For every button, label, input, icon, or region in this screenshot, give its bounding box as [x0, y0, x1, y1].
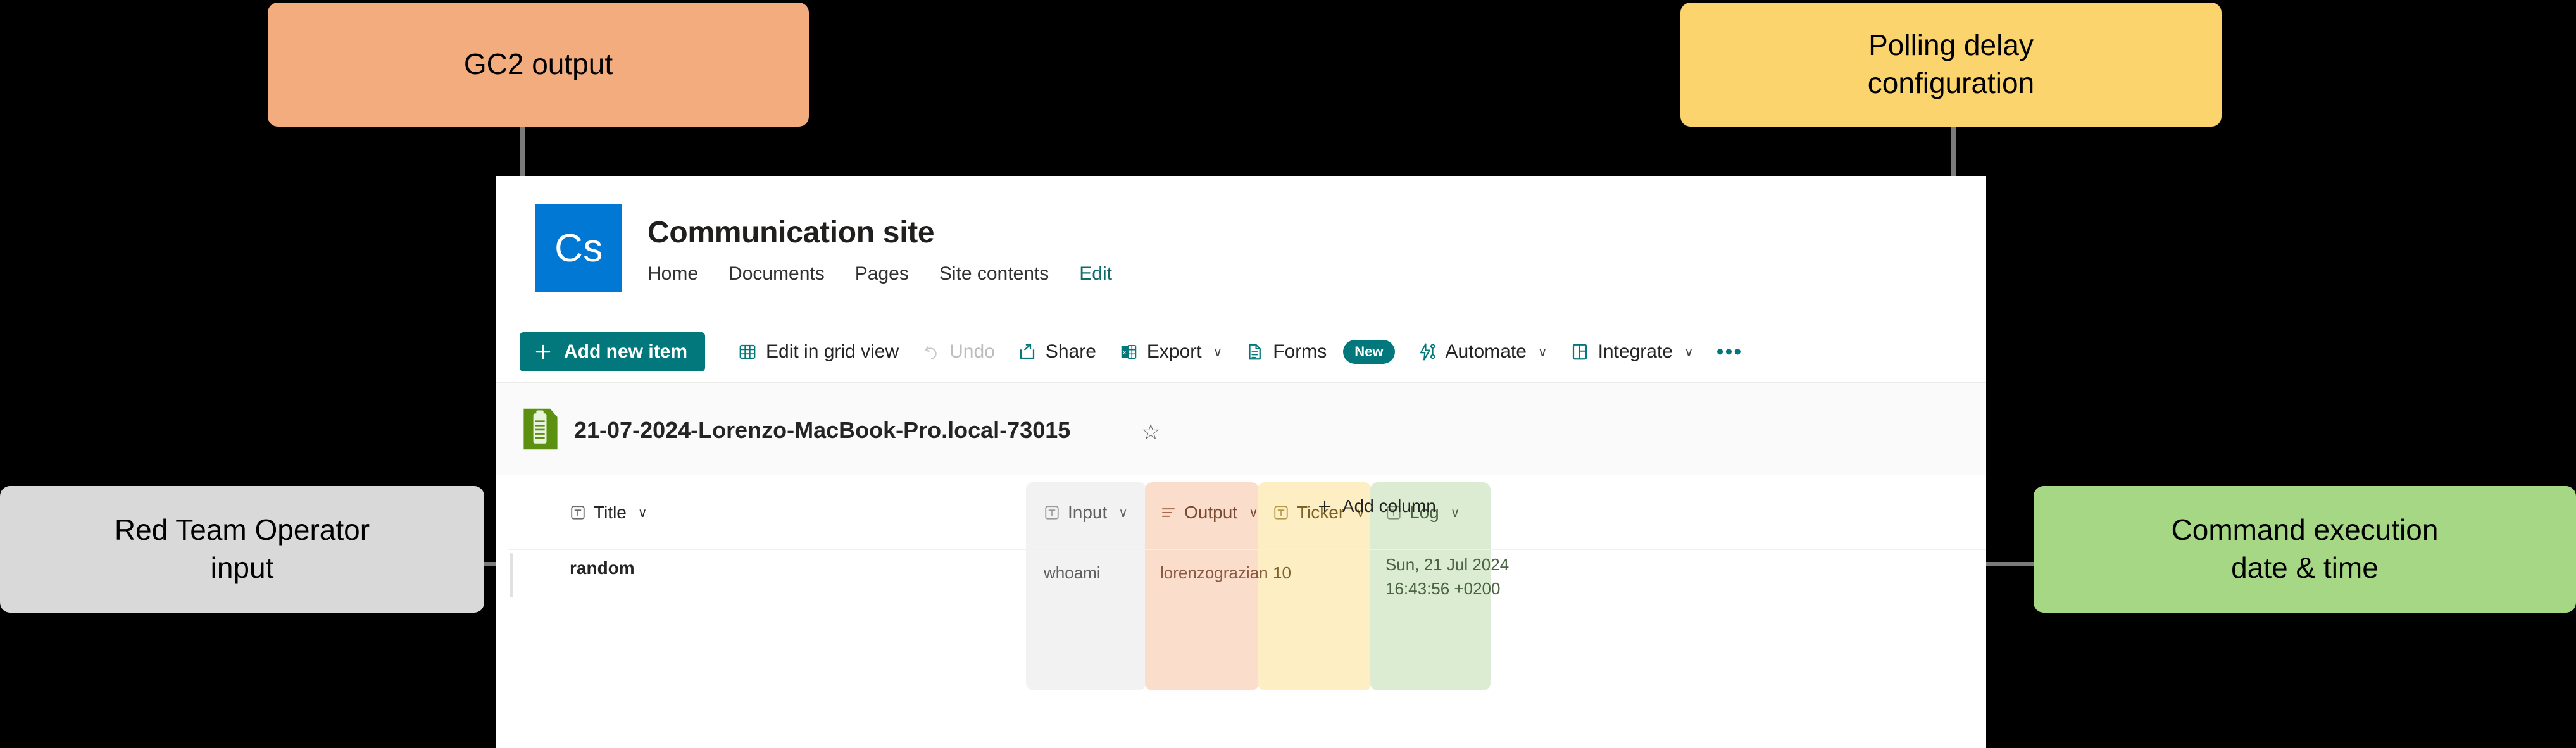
site-nav: Home Documents Pages Site contents Edit — [647, 263, 1112, 285]
chevron-down-icon: ∨ — [1213, 344, 1223, 360]
add-new-item-button[interactable]: Add new item — [520, 332, 705, 371]
share-icon — [1018, 342, 1037, 361]
annotation-operator-input-label: Red Team Operator input — [115, 511, 370, 587]
annotation-operator-input: Red Team Operator input — [0, 486, 484, 613]
column-header-title[interactable]: Title ∨ — [570, 496, 647, 529]
edit-in-grid-view-button[interactable]: Edit in grid view — [727, 332, 910, 371]
undo-label: Undo — [949, 341, 995, 363]
edit-in-grid-view-label: Edit in grid view — [766, 341, 899, 363]
chevron-down-icon: ∨ — [1451, 505, 1460, 521]
plus-icon — [1316, 497, 1334, 515]
add-column-button[interactable]: Add column — [1316, 496, 1436, 516]
chevron-down-icon: ∨ — [1684, 344, 1694, 360]
list-header: 21-07-2024-Lorenzo-MacBook-Pro.local-730… — [496, 383, 1986, 475]
export-button[interactable]: x Export ∨ — [1108, 332, 1234, 371]
forms-label: Forms — [1273, 341, 1327, 363]
screenshot-canvas: Cs Communication site Home Documents Pag… — [0, 0, 2576, 748]
export-label: Export — [1147, 341, 1202, 363]
forms-button[interactable]: Forms New — [1234, 332, 1406, 371]
annotation-polling-delay: Polling delay configuration — [1680, 3, 2222, 127]
nav-item-home[interactable]: Home — [647, 263, 698, 285]
cell-ticker[interactable]: 10 — [1273, 563, 1291, 583]
list-grid: Title ∨ Input ∨ Output ∨ — [496, 475, 1986, 748]
page-title: Communication site — [647, 215, 934, 250]
automate-icon — [1418, 342, 1437, 361]
column-header-title-label: Title — [594, 502, 627, 523]
grid-header-divider — [508, 549, 1986, 550]
column-header-output-label: Output — [1184, 502, 1237, 523]
integrate-icon — [1570, 342, 1589, 361]
annotation-gc2-output-label: GC2 output — [464, 46, 613, 84]
automate-label: Automate — [1446, 341, 1527, 363]
cell-log-date: Sun, 21 Jul 2024 — [1385, 553, 1509, 577]
nav-item-site-contents[interactable]: Site contents — [939, 263, 1049, 285]
nav-item-documents[interactable]: Documents — [728, 263, 825, 285]
favorite-star-icon[interactable]: ☆ — [1141, 420, 1160, 445]
cell-log-time: 16:43:56 +0200 — [1385, 577, 1509, 601]
command-bar: Add new item Edit in grid view Undo Shar… — [496, 321, 1986, 382]
cell-log[interactable]: Sun, 21 Jul 2024 16:43:56 +0200 — [1385, 553, 1509, 601]
nav-item-edit[interactable]: Edit — [1079, 263, 1112, 285]
text-field-icon — [1044, 504, 1060, 521]
cell-title[interactable]: random — [570, 558, 635, 578]
chevron-down-icon: ∨ — [1538, 344, 1547, 360]
undo-button[interactable]: Undo — [910, 332, 1006, 371]
integrate-label: Integrate — [1598, 341, 1673, 363]
site-logo: Cs — [535, 204, 622, 292]
site-header: Cs Communication site Home Documents Pag… — [496, 176, 1986, 321]
column-header-input[interactable]: Input ∨ — [1044, 496, 1128, 529]
column-header-input-label: Input — [1068, 502, 1107, 523]
cell-output[interactable]: lorenzograzian — [1160, 563, 1268, 583]
list-title: 21-07-2024-Lorenzo-MacBook-Pro.local-730… — [574, 417, 1070, 444]
grid-icon — [738, 342, 757, 361]
annotation-gc2-output: GC2 output — [268, 3, 809, 127]
new-badge: New — [1343, 340, 1394, 364]
undo-icon — [922, 342, 941, 361]
text-field-icon — [1273, 504, 1289, 521]
integrate-button[interactable]: Integrate ∨ — [1559, 332, 1705, 371]
automate-button[interactable]: Automate ∨ — [1406, 332, 1559, 371]
add-new-item-label: Add new item — [564, 341, 687, 363]
svg-text:x: x — [1123, 349, 1127, 356]
sharepoint-window: Cs Communication site Home Documents Pag… — [496, 176, 1986, 748]
annotation-command-datetime: Command execution date & time — [2034, 486, 2576, 613]
plus-icon — [534, 342, 553, 361]
cell-input[interactable]: whoami — [1044, 563, 1101, 583]
chevron-down-icon: ∨ — [638, 505, 647, 521]
annotation-polling-delay-label: Polling delay configuration — [1868, 27, 2034, 103]
row-selection-indicator[interactable] — [510, 553, 513, 597]
column-header-output[interactable]: Output ∨ — [1160, 496, 1258, 529]
add-column-label: Add column — [1342, 496, 1436, 516]
chevron-down-icon: ∨ — [1249, 505, 1258, 521]
annotation-command-datetime-label: Command execution date & time — [2172, 511, 2439, 587]
forms-icon — [1245, 342, 1264, 361]
nav-item-pages[interactable]: Pages — [855, 263, 909, 285]
share-label: Share — [1046, 341, 1096, 363]
excel-export-icon: x — [1119, 342, 1138, 361]
multiline-text-icon — [1160, 504, 1177, 521]
more-options-button[interactable]: ••• — [1705, 340, 1754, 365]
text-field-icon — [570, 504, 586, 521]
list-icon — [521, 405, 560, 453]
chevron-down-icon: ∨ — [1118, 505, 1128, 521]
share-button[interactable]: Share — [1006, 332, 1108, 371]
